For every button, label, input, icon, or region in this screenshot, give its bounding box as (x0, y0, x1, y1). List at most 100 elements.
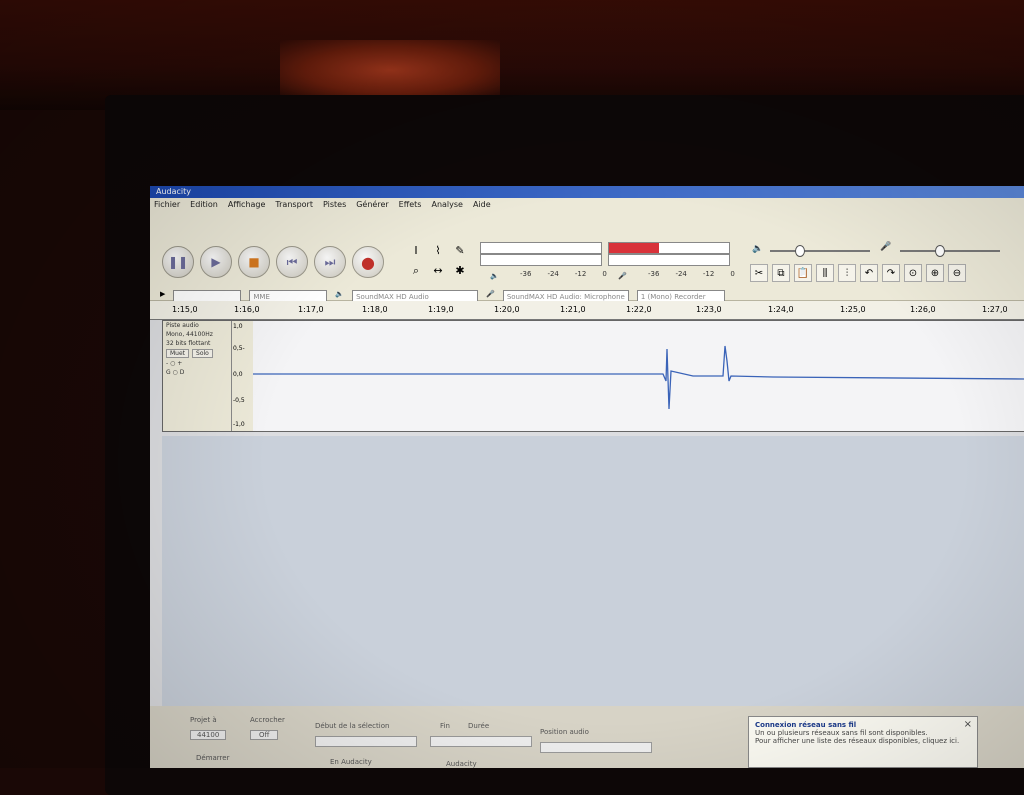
menu-analyze[interactable]: Analyse (431, 198, 463, 212)
tick-label: -12 (574, 270, 587, 278)
input-volume-knob[interactable] (935, 245, 945, 257)
tick-label: -24 (547, 270, 559, 278)
menu-bar: Fichier Edition Affichage Transport Pist… (150, 198, 1024, 212)
selection-tool-icon[interactable]: I (406, 244, 426, 262)
skip-start-icon: ⏮ (286, 254, 298, 269)
menu-file[interactable]: Fichier (154, 198, 180, 212)
pause-button[interactable]: ❚❚ (162, 246, 194, 278)
play-button[interactable]: ▶ (200, 246, 232, 278)
ruler-label: 1:18,0 (362, 305, 388, 314)
cut-icon[interactable]: ✂ (750, 264, 768, 282)
waveform-area[interactable] (253, 321, 1024, 431)
menu-help[interactable]: Aide (473, 198, 491, 212)
copy-icon[interactable]: ⧉ (772, 264, 790, 282)
taskbar-item-audacity[interactable]: Audacity (446, 760, 477, 768)
axis-label: 0,0 (233, 371, 243, 378)
zoom-out-icon[interactable]: ⊖ (948, 264, 966, 282)
multi-tool-icon[interactable]: ✱ (450, 264, 470, 282)
envelope-tool-icon[interactable]: ⌇ (428, 244, 448, 262)
ruler-label: 1:16,0 (234, 305, 260, 314)
snap-label: Accrocher (250, 716, 285, 724)
ruler-label: 1:26,0 (910, 305, 936, 314)
microphone-icon[interactable]: 🎤 (618, 272, 627, 280)
snap-select[interactable]: Off (250, 730, 279, 740)
meter-toolbar: 🔈 -36 -24 -12 0 🎤 -36 -24 -12 0 (480, 242, 735, 286)
ruler-label: 1:24,0 (768, 305, 794, 314)
tick-label: 0 (730, 270, 735, 278)
selection-start-field[interactable] (315, 736, 417, 747)
playback-meter-left[interactable] (480, 242, 602, 254)
track-buttons: Muet Solo (163, 348, 231, 359)
draw-tool-icon[interactable]: ✎ (450, 244, 470, 262)
window-titlebar: Audacity (150, 186, 1024, 198)
menu-edit[interactable]: Edition (190, 198, 218, 212)
menu-view[interactable]: Affichage (228, 198, 266, 212)
project-rate-label: Projet à (190, 716, 217, 724)
taskbar-item[interactable]: En Audacity (330, 758, 372, 766)
wireless-notification-balloon[interactable]: Connexion réseau sans fil Un ou plusieur… (748, 716, 978, 768)
menu-tracks[interactable]: Pistes (323, 198, 346, 212)
close-icon[interactable]: × (964, 719, 972, 730)
menu-effects[interactable]: Effets (399, 198, 422, 212)
playback-meter-right[interactable] (480, 254, 602, 266)
transport-toolbar: ❚❚ ▶ ■ ⏮ ⏭ ● (162, 246, 384, 278)
ruler-label: 1:17,0 (298, 305, 324, 314)
edit-toolbar: ✂ ⧉ 📋 ⫼ ⫶ ↶ ↷ ⊙ ⊕ ⊖ (750, 264, 966, 282)
record-meter-right[interactable] (608, 254, 730, 266)
tick-label: 0 (602, 270, 607, 278)
stop-button[interactable]: ■ (238, 246, 270, 278)
output-volume-knob[interactable] (795, 245, 805, 257)
record-level-fill (609, 243, 659, 253)
record-button[interactable]: ● (352, 246, 384, 278)
menu-transport[interactable]: Transport (275, 198, 313, 212)
audio-track[interactable]: Piste audio Mono, 44100Hz 32 bits flotta… (162, 320, 1024, 432)
timeshift-tool-icon[interactable]: ↔ (428, 264, 448, 282)
timeline-ruler[interactable]: 1:15,0 1:16,0 1:17,0 1:18,0 1:19,0 1:20,… (150, 301, 1024, 320)
input-volume-slider[interactable] (900, 250, 1000, 252)
mute-button[interactable]: Muet (166, 349, 190, 358)
ruler-label: 1:21,0 (560, 305, 586, 314)
axis-label: 0,5- (233, 345, 245, 352)
project-rate-select[interactable]: 44100 (190, 730, 227, 740)
ruler-label: 1:19,0 (428, 305, 454, 314)
trim-icon[interactable]: ⫼ (816, 264, 834, 282)
ruler-label: 1:25,0 (840, 305, 866, 314)
skip-end-button[interactable]: ⏭ (314, 246, 346, 278)
waveform (253, 345, 1024, 410)
solo-button[interactable]: Solo (192, 349, 213, 358)
background-wall (0, 0, 1024, 110)
skip-start-button[interactable]: ⏮ (276, 246, 308, 278)
window-title: Audacity (156, 187, 192, 196)
axis-label: -0,5 (233, 397, 245, 404)
redo-icon[interactable]: ↷ (882, 264, 900, 282)
paste-icon[interactable]: 📋 (794, 264, 812, 282)
empty-track-area[interactable] (162, 436, 1024, 706)
speaker-icon[interactable]: 🔈 (490, 272, 499, 280)
axis-label: 1,0 (233, 323, 243, 330)
tick-label: -24 (675, 270, 687, 278)
record-meter-ticks: -36 -24 -12 0 (648, 270, 735, 278)
record-meter-left[interactable] (608, 242, 730, 254)
menu-generate[interactable]: Générer (356, 198, 388, 212)
silence-icon[interactable]: ⫶ (838, 264, 856, 282)
selection-start-label: Début de la sélection (315, 722, 390, 730)
pan-slider[interactable]: G ○ D (163, 368, 231, 377)
audacity-window: Audacity Fichier Edition Affichage Trans… (150, 186, 1024, 768)
skip-end-icon: ⏭ (324, 254, 336, 269)
taskbar-start[interactable]: Démarrer (196, 754, 229, 762)
notification-line1: Un ou plusieurs réseaux sans fil sont di… (755, 729, 928, 737)
sync-lock-icon[interactable]: ⊙ (904, 264, 922, 282)
selection-end-field[interactable] (430, 736, 532, 747)
play-icon: ▶ (211, 255, 221, 269)
zoom-in-icon[interactable]: ⊕ (926, 264, 944, 282)
gain-slider[interactable]: - ○ + (163, 359, 231, 368)
output-volume-slider[interactable] (770, 250, 870, 252)
ruler-label: 1:22,0 (626, 305, 652, 314)
audio-position-field[interactable] (540, 742, 652, 753)
ruler-label: 1:20,0 (494, 305, 520, 314)
track-format-bits: 32 bits flottant (166, 340, 211, 347)
undo-icon[interactable]: ↶ (860, 264, 878, 282)
zoom-tool-icon[interactable]: ⌕ (406, 264, 426, 282)
background-lamp-glow (280, 40, 500, 100)
track-name-menu[interactable]: Piste audio (163, 321, 231, 330)
